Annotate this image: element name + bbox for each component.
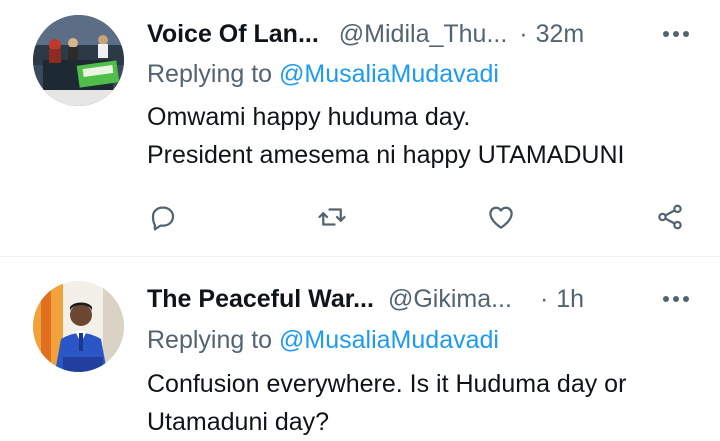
replying-prefix: Replying to bbox=[147, 60, 273, 88]
retweet-icon[interactable] bbox=[312, 197, 352, 237]
share-icon[interactable] bbox=[650, 197, 690, 237]
tweet-text-line: Omwami happy huduma day. bbox=[147, 103, 471, 131]
tweet[interactable]: The Peaceful War... @Gikima... · 1h Repl… bbox=[0, 257, 720, 437]
tweet[interactable]: Voice Of Lan... @Midila_Thu... · 32m Rep… bbox=[0, 0, 720, 256]
replying-to: Replying to @MusaliaMudavadi bbox=[147, 326, 499, 355]
replying-prefix: Replying to bbox=[147, 326, 273, 354]
separator: · bbox=[539, 284, 549, 313]
tweet-header: Voice Of Lan... @Midila_Thu... · 32m bbox=[147, 16, 690, 52]
timestamp[interactable]: 32m bbox=[536, 20, 585, 49]
mention-link[interactable]: @MusaliaMudavadi bbox=[279, 60, 499, 88]
tweet-actions bbox=[0, 197, 720, 237]
mention-link[interactable]: @MusaliaMudavadi bbox=[279, 326, 499, 354]
tweet-text: Confusion everywhere. Is it Huduma day o… bbox=[147, 365, 626, 441]
display-name[interactable]: Voice Of Lan... bbox=[147, 20, 319, 49]
replying-to: Replying to @MusaliaMudavadi bbox=[147, 60, 499, 89]
tweet-text: Omwami happy huduma day. President amese… bbox=[147, 98, 625, 174]
separator: · bbox=[519, 19, 528, 48]
handle[interactable]: @Midila_Thu... bbox=[339, 20, 508, 49]
more-icon[interactable] bbox=[662, 16, 690, 52]
tweet-text-line: Utamaduni day? bbox=[147, 408, 330, 436]
timestamp[interactable]: 1h bbox=[556, 285, 584, 314]
handle[interactable]: @Gikima... bbox=[388, 285, 512, 314]
reply-icon[interactable] bbox=[143, 197, 183, 237]
tweet-text-line: President amesema ni happy UTAMADUNI bbox=[147, 141, 625, 169]
tweet-header: The Peaceful War... @Gikima... · 1h bbox=[147, 281, 690, 317]
avatar[interactable] bbox=[33, 281, 124, 372]
like-icon[interactable] bbox=[481, 197, 521, 237]
avatar[interactable] bbox=[33, 15, 124, 106]
more-icon[interactable] bbox=[662, 281, 690, 317]
tweet-text-line: Confusion everywhere. Is it Huduma day o… bbox=[147, 370, 627, 398]
display-name[interactable]: The Peaceful War... bbox=[147, 285, 374, 314]
